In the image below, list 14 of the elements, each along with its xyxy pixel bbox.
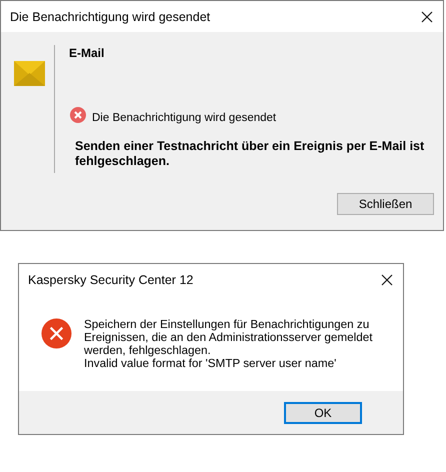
- close-button[interactable]: Schließen: [337, 193, 434, 215]
- close-icon[interactable]: [381, 274, 393, 286]
- error-icon: [70, 107, 86, 123]
- error-message: Speichern der Einstellungen für Benachrichtigungen zu Ereignissen, die an den Administrationsserver gemeldet werden, fehlgeschlagen.: [84, 318, 374, 357]
- error-detail: Invalid value format for 'SMTP server user name': [84, 357, 338, 370]
- close-icon[interactable]: [421, 10, 433, 22]
- error-message: Senden einer Testnachricht über ein Ereignis per E-Mail ist fehlgeschlagen.: [75, 139, 426, 169]
- status-text: Die Benachrichtigung wird gesendet: [92, 112, 276, 124]
- ok-button[interactable]: OK: [284, 402, 362, 424]
- window-title: Die Benachrichtigung wird gesendet: [10, 10, 210, 24]
- section-heading: E-Mail: [69, 46, 106, 60]
- envelope-icon: [14, 61, 45, 86]
- window-title: Kaspersky Security Center 12: [28, 273, 194, 287]
- error-icon: [41, 318, 72, 349]
